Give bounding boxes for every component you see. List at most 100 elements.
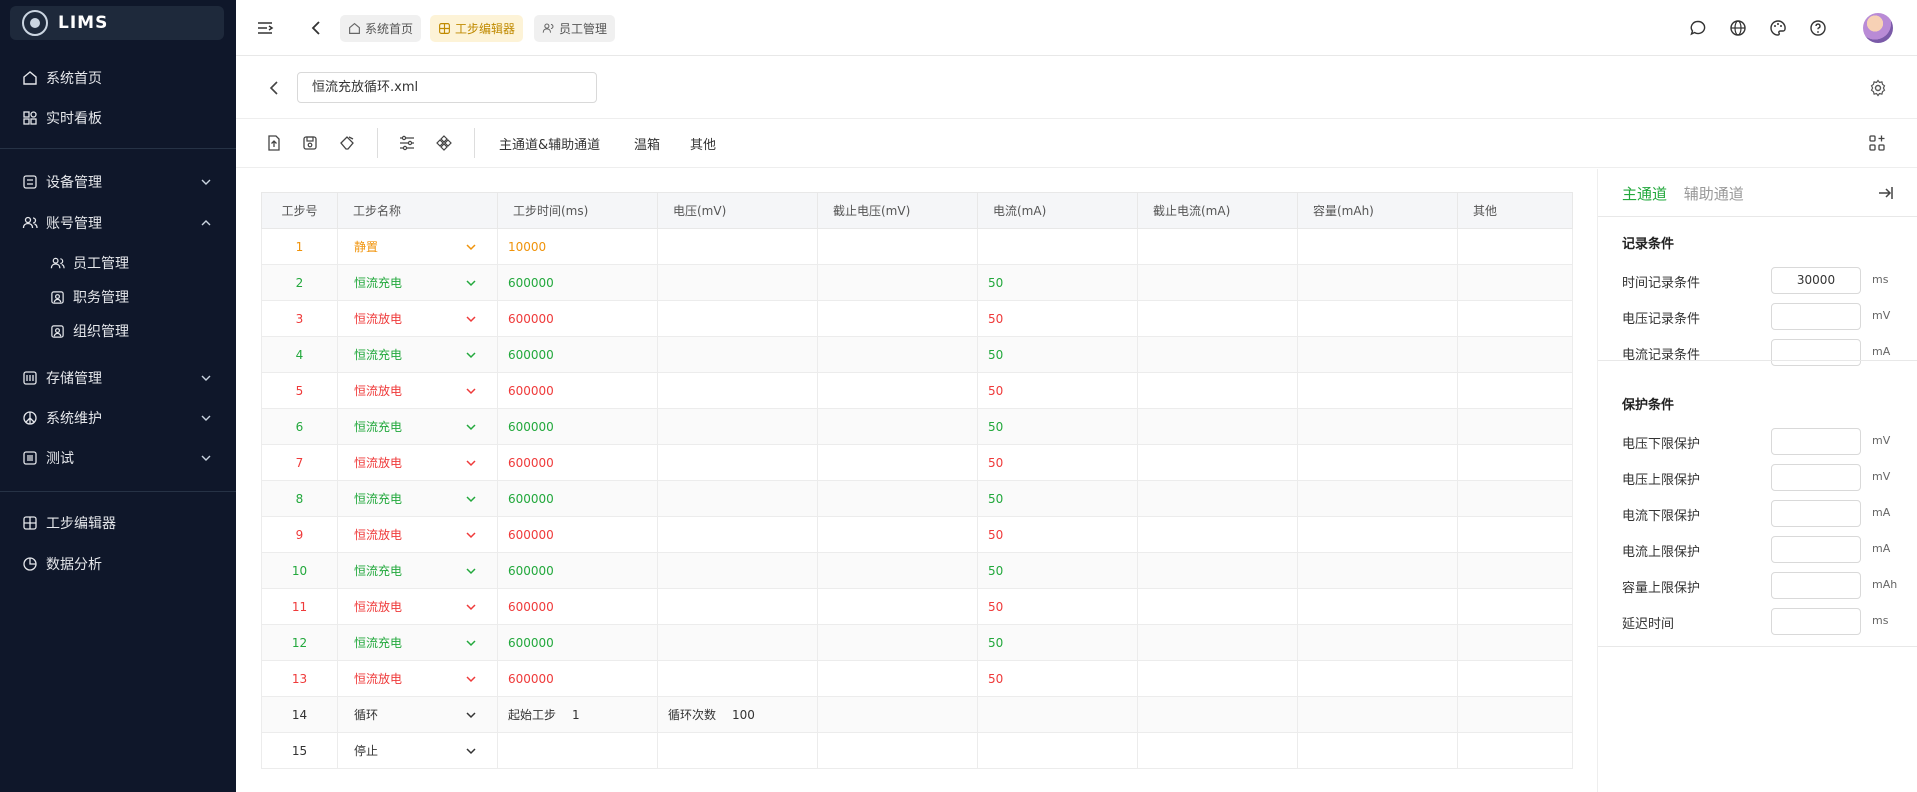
table-cell[interactable] [1297,696,1458,733]
step-time[interactable]: 600000 [497,516,658,553]
step-time[interactable]: 600000 [497,264,658,301]
step-name-select[interactable]: 恒流放电 [337,516,498,553]
capacity-cell[interactable] [1297,336,1458,373]
other-cell[interactable] [1457,336,1573,373]
cutoff-voltage-cell[interactable] [817,228,978,265]
table-cell[interactable] [657,732,818,769]
capacity-cell[interactable] [1297,444,1458,481]
current-cell[interactable]: 50 [977,660,1138,697]
cutoff-voltage-cell[interactable] [817,552,978,589]
help-icon[interactable] [1808,18,1828,38]
step-time[interactable]: 600000 [497,444,658,481]
other-cell[interactable] [1457,588,1573,625]
sidebar-item-home[interactable]: 系统首页 [22,63,218,93]
menu-fold-icon[interactable] [255,18,275,38]
current-cell[interactable]: 50 [977,624,1138,661]
capacity-cell[interactable] [1297,408,1458,445]
cutoff-current-cell[interactable] [1137,408,1298,445]
current-cell[interactable]: 50 [977,516,1138,553]
sidebar-item-analysis[interactable]: 数据分析 [22,549,218,579]
sidebar-subitem-staff[interactable]: 员工管理 [50,249,129,277]
cutoff-voltage-cell[interactable] [817,372,978,409]
step-name-select[interactable]: 恒流充电 [337,624,498,661]
current-cell[interactable]: 50 [977,264,1138,301]
step-time[interactable]: 600000 [497,624,658,661]
table-cell[interactable] [1457,732,1573,769]
other-cell[interactable] [1457,372,1573,409]
table-cell[interactable] [817,732,978,769]
tab-step-editor[interactable]: 工步编辑器 [430,15,524,42]
capacity-cell[interactable] [1297,264,1458,301]
step-time[interactable]: 10000 [497,228,658,265]
voltage-cell[interactable] [657,408,818,445]
clear-icon[interactable] [338,134,358,154]
current-cell[interactable]: 50 [977,372,1138,409]
back-icon[interactable] [265,78,285,98]
condition-input[interactable] [1771,464,1861,491]
cutoff-current-cell[interactable] [1137,372,1298,409]
step-time[interactable]: 600000 [497,300,658,337]
voltage-cell[interactable] [657,336,818,373]
other-cell[interactable] [1457,516,1573,553]
condition-input[interactable] [1771,608,1861,635]
sidebar-item-test[interactable]: 测试 [22,443,218,473]
cutoff-current-cell[interactable] [1137,480,1298,517]
sidebar-subitem-position[interactable]: 职务管理 [50,283,129,311]
table-cell[interactable] [497,732,658,769]
loop-count-cell[interactable]: 循环次数 100 [657,696,818,733]
collapse-panel-icon[interactable] [1877,184,1895,202]
other-cell[interactable] [1457,624,1573,661]
cutoff-current-cell[interactable] [1137,264,1298,301]
cutoff-voltage-cell[interactable] [817,444,978,481]
cutoff-current-cell[interactable] [1137,516,1298,553]
current-cell[interactable] [977,228,1138,265]
step-name-select[interactable]: 恒流充电 [337,264,498,301]
condition-input[interactable] [1771,428,1861,455]
cutoff-voltage-cell[interactable] [817,516,978,553]
step-name-select[interactable]: 恒流放电 [337,588,498,625]
capacity-cell[interactable] [1297,516,1458,553]
condition-input[interactable]: 30000 [1771,267,1861,294]
cutoff-voltage-cell[interactable] [817,264,978,301]
cutoff-voltage-cell[interactable] [817,300,978,337]
step-name-select[interactable]: 停止 [337,732,498,769]
table-cell[interactable] [817,696,978,733]
capacity-cell[interactable] [1297,300,1458,337]
tab-home[interactable]: 系统首页 [340,15,422,42]
voltage-cell[interactable] [657,228,818,265]
step-time[interactable]: 600000 [497,372,658,409]
capacity-cell[interactable] [1297,624,1458,661]
table-cell[interactable] [1137,696,1298,733]
avatar[interactable] [1863,13,1893,43]
apps-icon[interactable] [1868,134,1888,154]
cutoff-voltage-cell[interactable] [817,660,978,697]
theme-icon[interactable] [1768,18,1788,38]
step-time[interactable]: 600000 [497,408,658,445]
step-name-select[interactable]: 恒流充电 [337,336,498,373]
voltage-cell[interactable] [657,660,818,697]
voltage-cell[interactable] [657,264,818,301]
sidebar-item-device[interactable]: 设备管理 [22,167,218,197]
table-cell[interactable] [1137,732,1298,769]
current-cell[interactable]: 50 [977,588,1138,625]
cutoff-current-cell[interactable] [1137,300,1298,337]
sidebar-item-maintenance[interactable]: 系统维护 [22,403,218,433]
other-cell[interactable] [1457,552,1573,589]
table-cell[interactable] [977,696,1138,733]
save-icon[interactable] [301,134,321,154]
tab-chamber[interactable]: 温箱 [634,134,660,153]
condition-input[interactable] [1771,536,1861,563]
voltage-cell[interactable] [657,516,818,553]
step-name-select[interactable]: 恒流充电 [337,552,498,589]
other-cell[interactable] [1457,264,1573,301]
cutoff-voltage-cell[interactable] [817,588,978,625]
tab-aux-channel[interactable]: 辅助通道 [1684,185,1744,203]
other-cell[interactable] [1457,228,1573,265]
step-name-select[interactable]: 静置 [337,228,498,265]
voltage-cell[interactable] [657,480,818,517]
sidebar-item-step-editor[interactable]: 工步编辑器 [22,508,218,538]
cutoff-current-cell[interactable] [1137,552,1298,589]
current-cell[interactable]: 50 [977,480,1138,517]
condition-input[interactable] [1771,339,1861,366]
cutoff-current-cell[interactable] [1137,228,1298,265]
